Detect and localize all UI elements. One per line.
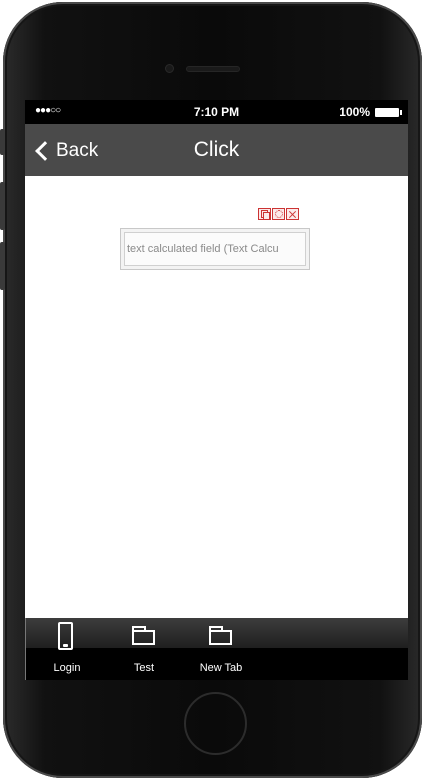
- volume-down-button: [0, 242, 5, 290]
- earpiece-speaker: [186, 66, 240, 72]
- app-screen: ●●●○○ 7:10 PM 100% Back Click text calcu…: [25, 100, 408, 680]
- text-calculated-field[interactable]: text calculated field (Text Calcu: [120, 228, 310, 270]
- mute-switch: [0, 129, 5, 155]
- battery-percentage: 100%: [339, 105, 370, 119]
- copy-icon[interactable]: [258, 208, 271, 220]
- gear-icon[interactable]: [272, 208, 285, 220]
- home-button[interactable]: [184, 692, 247, 755]
- tab-label: Test: [133, 662, 155, 674]
- close-icon[interactable]: [286, 208, 299, 220]
- calculated-field-text: text calculated field (Text Calcu: [124, 232, 306, 266]
- tab-test[interactable]: Test: [114, 618, 174, 680]
- widget-action-toolbar: [258, 208, 299, 220]
- page-title: Click: [193, 138, 240, 161]
- tab-label: New Tab: [199, 662, 243, 674]
- volume-up-button: [0, 182, 5, 230]
- tab-bar: Login Test New Tab: [25, 618, 408, 680]
- status-bar: ●●●○○ 7:10 PM 100%: [25, 100, 408, 124]
- tab-new-tab[interactable]: New Tab: [191, 618, 251, 680]
- tab-bar-divider: [25, 618, 26, 680]
- navigation-bar: Back Click: [25, 124, 408, 176]
- tab-label: Login: [53, 662, 81, 674]
- phone-frame: ●●●○○ 7:10 PM 100% Back Click text calcu…: [0, 2, 422, 778]
- battery-icon: [375, 108, 402, 117]
- phone-icon: [58, 622, 73, 650]
- folder-icon: [132, 626, 155, 645]
- folder-icon: [209, 626, 232, 645]
- tab-login[interactable]: Login: [37, 618, 97, 680]
- front-camera: [165, 64, 174, 73]
